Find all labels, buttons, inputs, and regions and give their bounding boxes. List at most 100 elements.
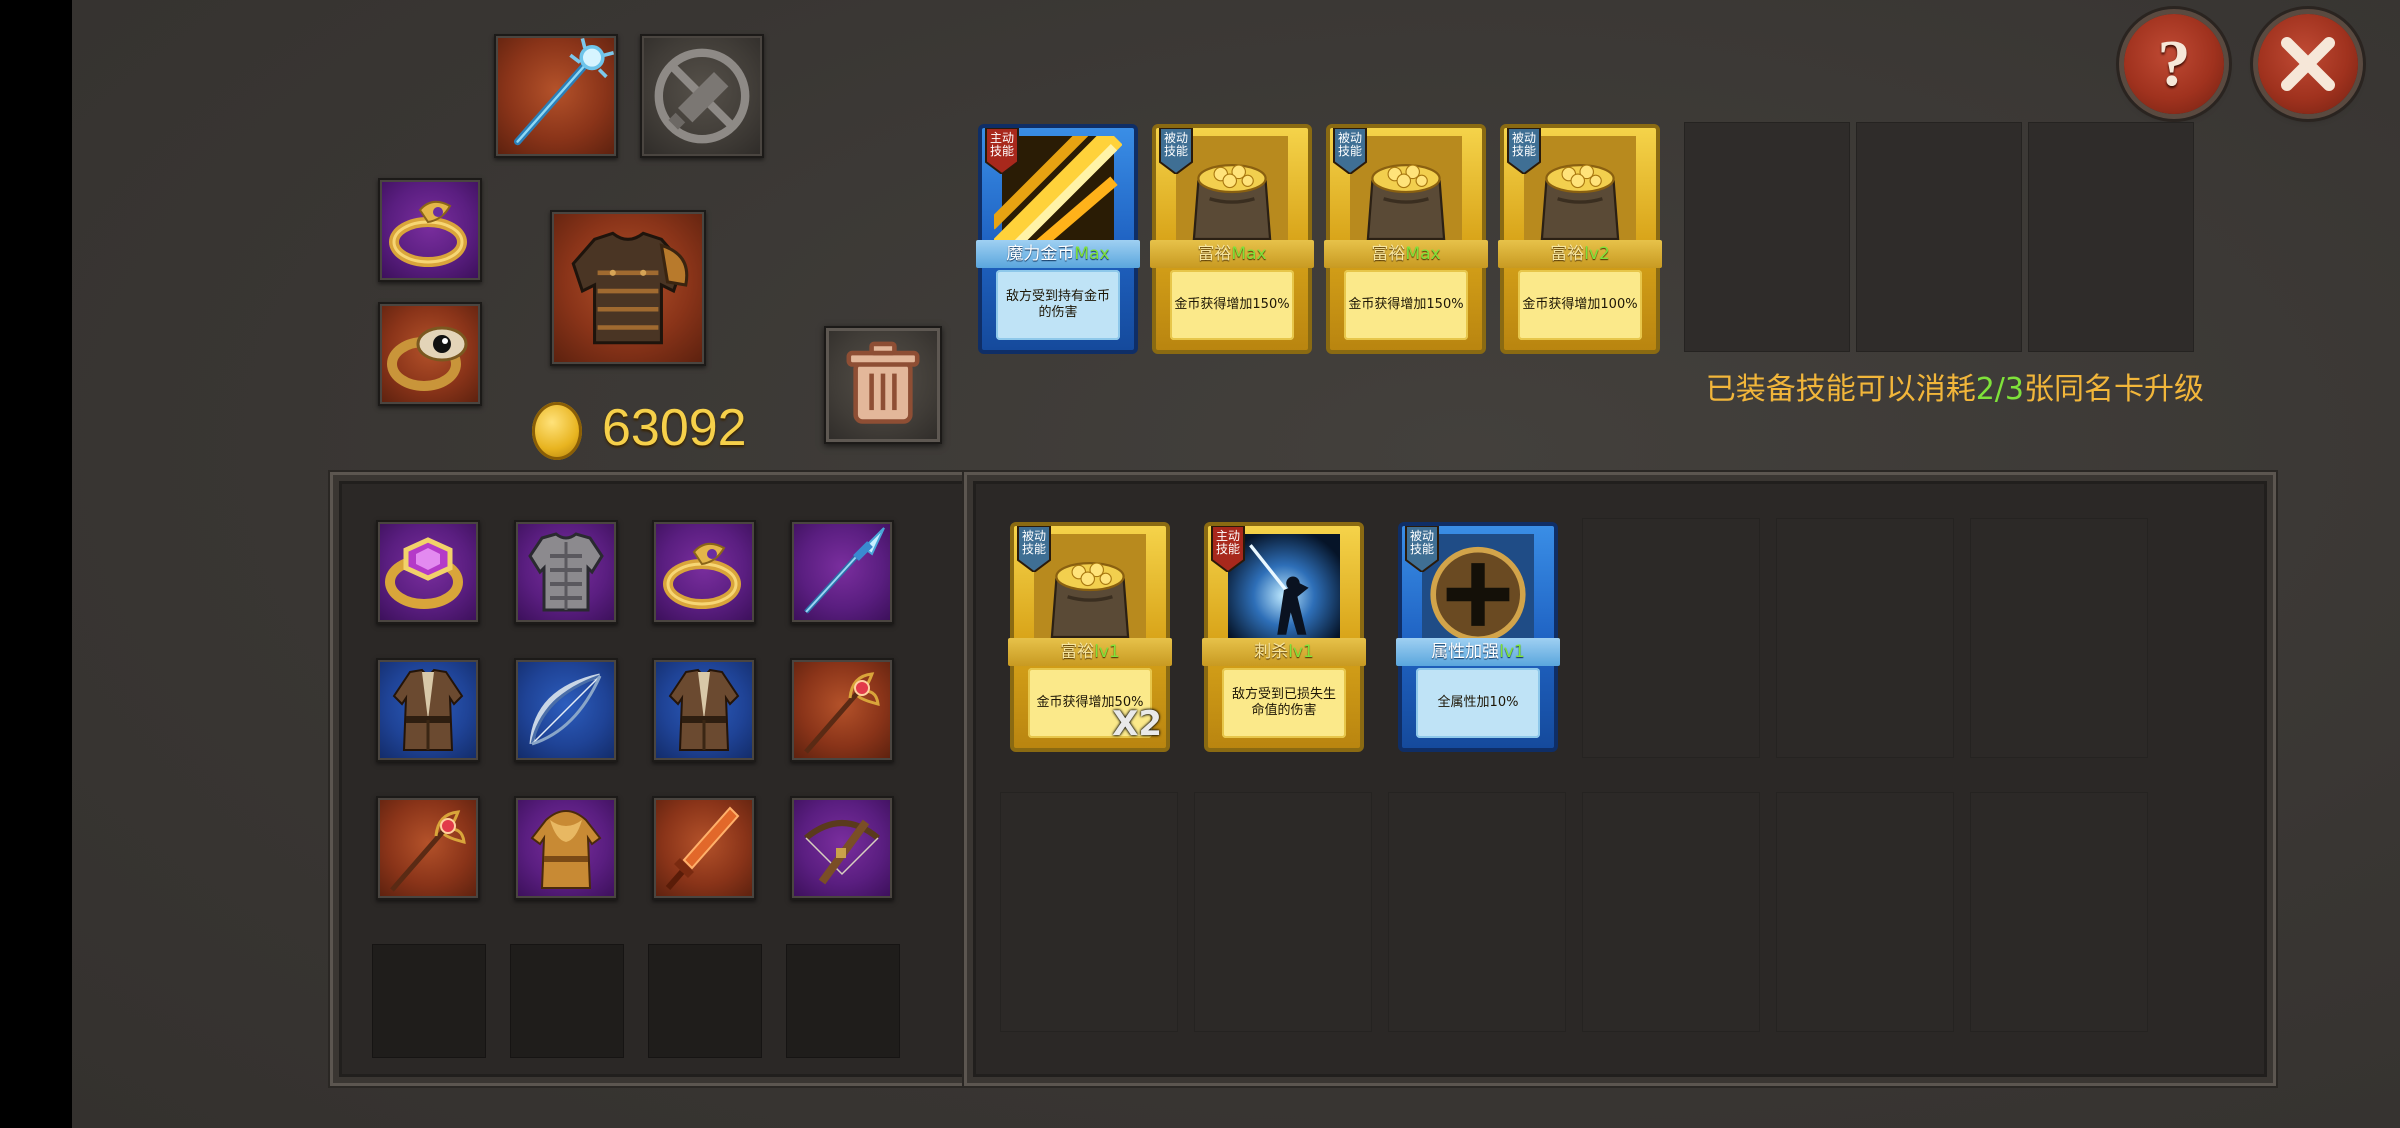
empty-inventory-slot[interactable] (648, 944, 762, 1058)
upgrade-hint: 已装备技能可以消耗2/3张同名卡升级 (1684, 364, 2204, 408)
flame-sword-icon (654, 798, 754, 898)
equipped-weapon-slot[interactable] (494, 34, 618, 158)
empty-card-slot[interactable] (1970, 792, 2148, 1032)
game-screen: 63092 ? 已装备技能可以消耗2/3张同名卡升级 主动 技能 魔力金币Max 敌方… (72, 0, 2400, 1128)
empty-card-slot[interactable] (1000, 792, 1178, 1032)
gold-ring-icon (389, 200, 467, 267)
close-icon (2281, 37, 2335, 91)
inventory-item[interactable] (514, 796, 618, 900)
empty-card-slot[interactable] (1582, 792, 1760, 1032)
skill-level: Max (1405, 244, 1441, 264)
empty-card-slot[interactable] (1582, 518, 1760, 758)
empty-inventory-slot[interactable] (372, 944, 486, 1058)
collection-skill-card[interactable]: 被动 技能 属性加强lv1 全属性加10% (1396, 522, 1560, 752)
equipped-ring-slot-2[interactable] (378, 302, 482, 406)
ice-staff-icon (514, 37, 615, 146)
cloth-robe-icon (378, 660, 478, 760)
card-count: X2 (1112, 704, 1162, 744)
ruby-staff-icon (792, 660, 892, 760)
inventory-item[interactable] (376, 520, 480, 624)
empty-inventory-slot[interactable] (510, 944, 624, 1058)
skill-type-badge: 被动 技能 (1404, 525, 1440, 574)
skill-description: 敌方受到已损失生命值的伤害 (1222, 668, 1346, 738)
amethyst-ring-icon (378, 522, 478, 622)
close-button[interactable] (2258, 14, 2358, 114)
leather-armor-icon (571, 231, 689, 345)
skill-description: 全属性加10% (1416, 668, 1540, 738)
skill-name: 富裕lv1 (1008, 638, 1172, 666)
skill-name: 富裕Max (1150, 240, 1314, 268)
help-button[interactable]: ? (2124, 14, 2224, 114)
skill-name: 富裕Max (1324, 240, 1488, 268)
crossbow-icon (792, 798, 892, 898)
empty-card-slot[interactable] (1194, 792, 1372, 1032)
cloth-robe-icon (654, 660, 754, 760)
inventory-item[interactable] (514, 520, 618, 624)
skill-level: Max (1231, 244, 1267, 264)
empty-inventory-slot[interactable] (786, 944, 900, 1058)
ruby-staff-icon (378, 798, 478, 898)
empty-skill-slot[interactable] (1684, 122, 1850, 352)
skill-level: lv1 (1094, 642, 1120, 662)
inventory-item[interactable] (376, 658, 480, 762)
trash-icon (846, 341, 920, 424)
skill-type-label: 被动 技能 (1021, 529, 1046, 556)
skill-type-badge: 被动 技能 (1158, 127, 1194, 176)
skill-type-badge: 主动 技能 (1210, 525, 1246, 574)
skill-name: 刺杀lv1 (1202, 638, 1366, 666)
inventory-item[interactable] (790, 520, 894, 624)
inventory-item[interactable] (652, 520, 756, 624)
skill-name-text: 富裕 (1550, 244, 1585, 264)
skill-description: 金币获得增加100% (1518, 270, 1642, 340)
empty-card-slot[interactable] (1388, 792, 1566, 1032)
empty-offhand-slot[interactable] (640, 34, 764, 158)
empty-card-slot[interactable] (1776, 518, 1954, 758)
skill-description: 敌方受到持有金币的伤害 (996, 270, 1120, 340)
hooded-tunic-icon (516, 798, 616, 898)
gold-amount: 63092 (602, 399, 747, 457)
skill-type-badge: 主动 技能 (984, 127, 1020, 176)
skill-type-label: 主动 技能 (989, 131, 1014, 158)
equipped-skill-card[interactable]: 被动 技能富裕lv2 金币获得增加100% (1498, 124, 1662, 354)
skill-type-badge: 被动 技能 (1332, 127, 1368, 176)
skill-description: 金币获得增加150% (1344, 270, 1468, 340)
bow-icon (516, 660, 616, 760)
skill-name-text: 魔力金币 (1006, 244, 1075, 264)
empty-skill-slot[interactable] (2028, 122, 2194, 352)
upgrade-hint-suffix: 张同名卡升级 (2024, 372, 2204, 407)
skill-type-badge: 被动 技能 (1506, 127, 1542, 176)
equipped-ring-slot-1[interactable] (378, 178, 482, 282)
skill-name-text: 富裕 (1371, 244, 1406, 264)
disabled-sword-icon (654, 48, 750, 144)
empty-card-slot[interactable] (1970, 518, 2148, 758)
skill-name-text: 富裕 (1197, 244, 1232, 264)
skill-description: 金币获得增加150% (1170, 270, 1294, 340)
equipped-armor-slot[interactable] (550, 210, 706, 366)
inventory-item[interactable] (790, 658, 894, 762)
collection-skill-card[interactable]: 主动 技能 刺杀lv1 敌方受到已损失生命值的伤害 (1202, 522, 1366, 752)
inventory-item[interactable] (652, 796, 756, 900)
skill-name-text: 富裕 (1060, 642, 1095, 662)
inventory-item[interactable] (652, 658, 756, 762)
empty-skill-slot[interactable] (1856, 122, 2022, 352)
skill-name-text: 刺杀 (1254, 642, 1289, 662)
gold-coin-icon (532, 402, 582, 460)
gold-ring-icon (654, 522, 754, 622)
skill-level: lv1 (1288, 642, 1314, 662)
skill-type-label: 被动 技能 (1511, 131, 1536, 158)
skill-type-label: 主动 技能 (1215, 529, 1240, 556)
equipped-skill-card[interactable]: 被动 技能 富裕Max 金币获得增加150% (1324, 124, 1488, 354)
skill-type-label: 被动 技能 (1409, 529, 1434, 556)
trash-button[interactable] (824, 326, 942, 444)
skill-name: 富裕lv2 (1498, 240, 1662, 268)
equipped-skill-card[interactable]: 主动 技能 魔力金币Max 敌方受到持有金币的伤害 (976, 124, 1140, 354)
inventory-item[interactable] (376, 796, 480, 900)
eye-ring-icon (387, 326, 468, 391)
empty-card-slot[interactable] (1776, 792, 1954, 1032)
iron-armor-icon (516, 522, 616, 622)
equipped-skill-card[interactable]: 被动 技能 富裕Max 金币获得增加150% (1150, 124, 1314, 354)
collection-skill-card[interactable]: 被动 技能 富裕lv1 金币获得增加50% X2 (1008, 522, 1172, 752)
inventory-item[interactable] (514, 658, 618, 762)
inventory-item[interactable] (790, 796, 894, 900)
skill-type-label: 被动 技能 (1337, 131, 1362, 158)
